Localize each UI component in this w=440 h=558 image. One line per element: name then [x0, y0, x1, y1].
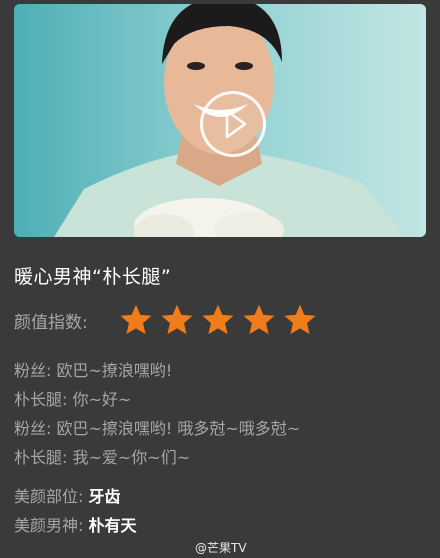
- dialogue-line: 朴长腿: 你~好~: [14, 390, 132, 409]
- dialogue-line: 粉丝: 欧巴~擦浪嘿哟! 哦多尅~哦多尅~: [14, 419, 301, 438]
- star-icon: [161, 304, 193, 335]
- watermark: @芒果TV: [195, 541, 247, 555]
- star-icon: [243, 304, 275, 335]
- star-rating: [118, 302, 323, 338]
- info-label: 美颜男神:: [14, 516, 84, 535]
- info-label: 美颜部位:: [14, 487, 84, 506]
- info-row-feature: 美颜部位: 牙齿: [14, 482, 137, 511]
- video-player[interactable]: [14, 4, 426, 237]
- info-list: 美颜部位: 牙齿 美颜男神: 朴有天: [14, 482, 137, 540]
- play-icon: [225, 109, 247, 139]
- dialogue-line: 粉丝: 欧巴~撩浪嘿哟!: [14, 361, 173, 380]
- info-row-idol: 美颜男神: 朴有天: [14, 511, 137, 540]
- star-icon: [202, 304, 234, 335]
- rating-label: 颜值指数:: [14, 312, 88, 333]
- dialogue: 粉丝: 欧巴~撩浪嘿哟! 朴长腿: 你~好~ 粉丝: 欧巴~擦浪嘿哟! 哦多尅~…: [14, 356, 300, 472]
- dialogue-line: 朴长腿: 我~爱~你~们~: [14, 448, 191, 467]
- star-icon: [120, 304, 152, 335]
- rating-row: 颜值指数:: [14, 302, 323, 338]
- post-title: 暖心男神“朴长腿”: [14, 266, 172, 288]
- info-value: 牙齿: [88, 487, 121, 506]
- play-button[interactable]: [200, 91, 266, 157]
- info-value: 朴有天: [88, 516, 137, 535]
- star-icon: [284, 304, 316, 335]
